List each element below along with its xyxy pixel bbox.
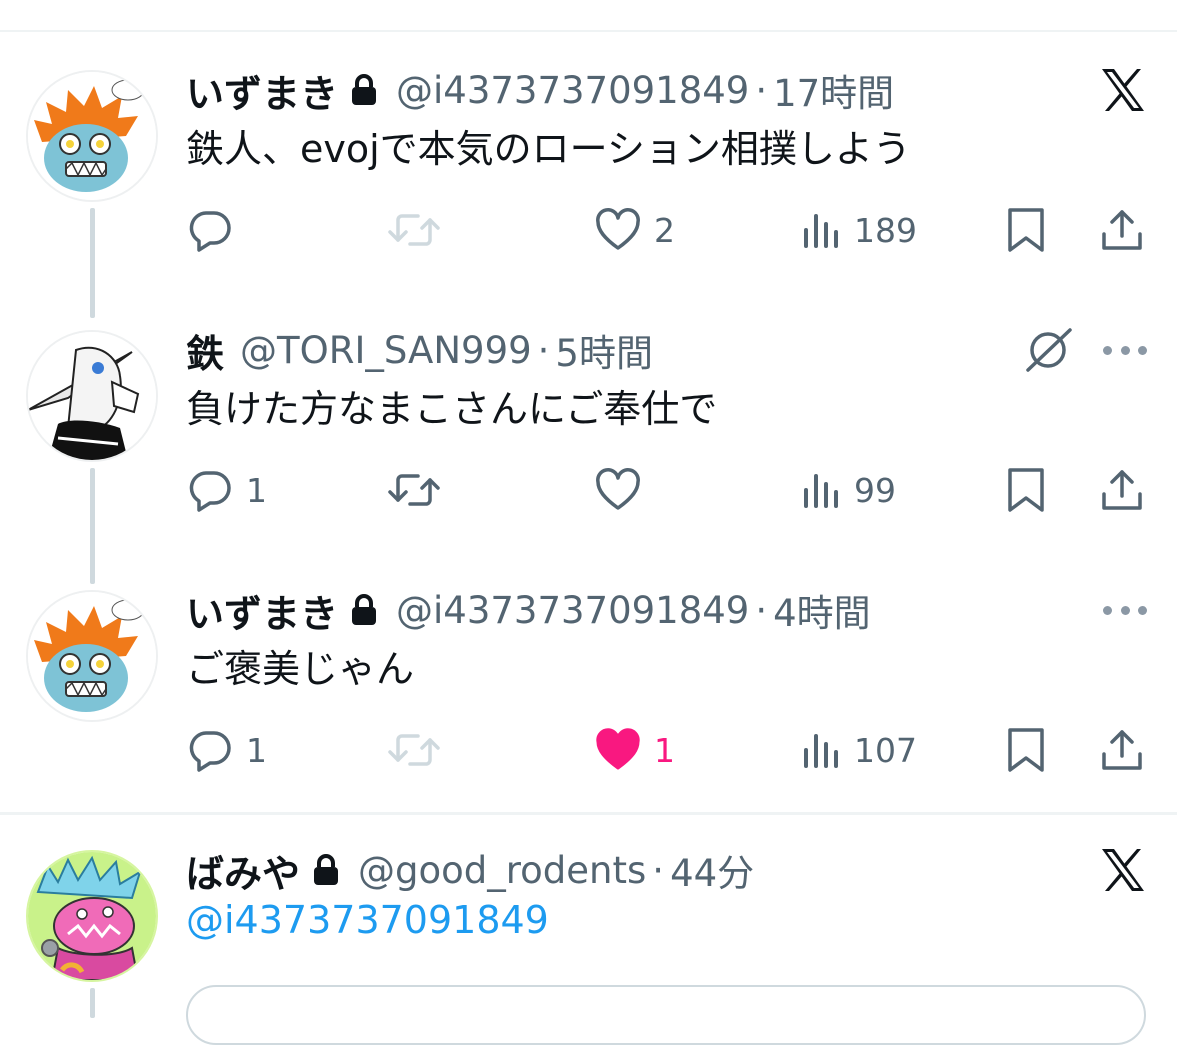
tweet-header: 鉄 @TORI_SAN999 · 5時間 [186, 322, 653, 378]
avatar-tetsu[interactable] [26, 330, 158, 462]
more-options-icon[interactable] [1103, 344, 1147, 356]
reply-icon [189, 211, 231, 252]
user-handle[interactable]: @i4373737091849 [396, 69, 749, 112]
heart-icon [596, 208, 640, 250]
tweet-text: 鉄人、evojで本気のローション相撲しよう [186, 127, 911, 171]
retweet-icon [388, 734, 440, 766]
lock-icon [350, 73, 378, 107]
retweet-button[interactable] [386, 202, 454, 258]
tweet-text: ご褒美じゃん [186, 647, 415, 691]
retweet-icon [388, 474, 440, 506]
lock-icon [350, 593, 378, 627]
separator-dot: · [755, 588, 768, 632]
view-count: 107 [854, 730, 917, 770]
like-count: 1 [654, 730, 675, 770]
grok-icon[interactable] [1022, 324, 1076, 380]
lock-icon [312, 853, 340, 887]
timestamp[interactable]: 44分 [670, 843, 754, 897]
display-name[interactable]: 鉄 [186, 323, 224, 378]
bookmark-icon [1008, 728, 1044, 772]
like-button[interactable] [594, 462, 654, 518]
reply-button[interactable] [186, 202, 246, 258]
share-button[interactable] [1098, 202, 1146, 258]
section-divider [0, 812, 1177, 815]
share-icon [1102, 470, 1142, 510]
timestamp[interactable]: 17時間 [773, 63, 894, 117]
views-chart-icon [804, 474, 838, 508]
views-button[interactable]: 99 [802, 462, 896, 518]
mention-link[interactable]: @i4373737091849 [186, 898, 549, 942]
avatar-izumaki[interactable] [26, 70, 158, 202]
tweet-header: いずまき @i4373737091849 · 17時間 [186, 62, 894, 118]
action-bar: 2 189 [0, 202, 1177, 258]
like-button[interactable]: 1 [594, 722, 675, 778]
bookmark-icon [1008, 468, 1044, 512]
avatar-image-bamiya [28, 852, 156, 980]
reply-button[interactable]: 1 [186, 462, 267, 518]
tweet-text: 負けた方なまこさんにご奉仕で [186, 387, 718, 431]
tweet-header: いずまき @i4373737091849 · 4時間 [186, 582, 871, 638]
retweet-icon [388, 214, 440, 246]
x-logo-icon [1099, 846, 1147, 898]
display-name[interactable]: いずまき [186, 63, 338, 118]
bookmark-button[interactable] [1004, 202, 1048, 258]
heart-filled-icon [596, 728, 640, 770]
display-name[interactable]: ばみや [186, 843, 300, 898]
retweet-button[interactable] [386, 722, 454, 778]
reply-count: 1 [246, 730, 267, 770]
user-handle[interactable]: @i4373737091849 [396, 589, 749, 632]
reply-icon [189, 731, 231, 772]
separator-dot: · [652, 848, 665, 892]
bookmark-button[interactable] [1004, 462, 1048, 518]
views-chart-icon [804, 734, 838, 768]
heart-icon [596, 468, 640, 510]
bookmark-icon [1008, 208, 1044, 252]
separator-dot: · [537, 328, 550, 372]
bookmark-button[interactable] [1004, 722, 1048, 778]
separator-dot: · [755, 68, 768, 112]
share-icon [1102, 210, 1142, 250]
timestamp[interactable]: 5時間 [555, 323, 653, 377]
x-logo-icon [1099, 66, 1147, 118]
avatar-image-izumaki [28, 592, 156, 720]
thread-line [90, 988, 95, 1018]
avatar-image-tetsu [28, 332, 156, 460]
avatar-bamiya[interactable] [26, 850, 158, 982]
retweet-button[interactable] [386, 462, 454, 518]
share-icon [1102, 730, 1142, 770]
avatar-image-izumaki [28, 72, 156, 200]
reply-icon [189, 471, 231, 512]
tweet-header: ばみや @good_rodents · 44分 [186, 842, 754, 898]
view-count: 189 [854, 210, 917, 250]
views-chart-icon [804, 214, 838, 248]
views-button[interactable]: 107 [802, 722, 917, 778]
like-button[interactable]: 2 [594, 202, 675, 258]
timestamp[interactable]: 4時間 [773, 583, 871, 637]
reply-button[interactable]: 1 [186, 722, 267, 778]
user-handle[interactable]: @good_rodents [358, 849, 646, 892]
view-count: 99 [854, 470, 896, 510]
avatar-izumaki[interactable] [26, 590, 158, 722]
share-button[interactable] [1098, 462, 1146, 518]
views-button[interactable]: 189 [802, 202, 917, 258]
action-bar: 1 99 [0, 462, 1177, 518]
share-button[interactable] [1098, 722, 1146, 778]
quoted-tweet-card[interactable] [186, 985, 1146, 1045]
top-divider [0, 30, 1177, 32]
display-name[interactable]: いずまき [186, 583, 338, 638]
action-bar: 1 1 107 [0, 722, 1177, 778]
more-options-icon[interactable] [1103, 604, 1147, 616]
reply-count: 1 [246, 470, 267, 510]
like-count: 2 [654, 210, 675, 250]
user-handle[interactable]: @TORI_SAN999 [240, 329, 532, 372]
